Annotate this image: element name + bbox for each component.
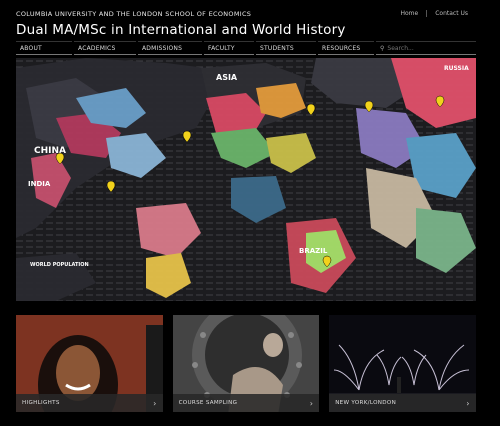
map-illustration: CHINA INDIA RUSSIA BRAZIL WORLD POPULATI… [16, 58, 476, 301]
tile-course-sampling[interactable]: COURSE SAMPLING › [172, 315, 320, 412]
nav-academics[interactable]: ACADEMICS [74, 41, 136, 55]
nav-admissions[interactable]: ADMISSIONS [138, 41, 202, 55]
page-title[interactable]: Dual MA/MSc in International and World H… [16, 22, 346, 38]
chevron-right-icon[interactable]: › [466, 399, 470, 408]
map-label-india: INDIA [28, 180, 51, 188]
map-label-brazil: BRAZIL [299, 247, 328, 255]
nav-resources[interactable]: RESOURCES [318, 41, 374, 55]
search-box[interactable]: ⚲ [376, 41, 476, 55]
hero-map[interactable]: CHINA INDIA RUSSIA BRAZIL WORLD POPULATI… [16, 58, 476, 301]
contact-link[interactable]: Contact Us [426, 10, 476, 17]
tile-label: HIGHLIGHTS [22, 400, 60, 406]
main-nav: ABOUT ACADEMICS ADMISSIONS FACULTY STUDE… [16, 41, 476, 55]
home-link[interactable]: Home [393, 10, 427, 17]
tile-new-york-london[interactable]: NEW YORK/LONDON › [329, 315, 476, 412]
tile-label: NEW YORK/LONDON [335, 400, 397, 406]
search-input[interactable] [387, 44, 476, 52]
search-icon: ⚲ [380, 44, 385, 52]
tile-highlights[interactable]: HIGHLIGHTS › [16, 315, 163, 412]
chevron-right-icon[interactable]: › [153, 399, 157, 408]
feature-tiles: HIGHLIGHTS › COURSE SAMPLING › NEW YORK/… [16, 315, 476, 412]
site-supertitle: COLUMBIA UNIVERSITY AND THE LONDON SCHOO… [16, 10, 252, 18]
nav-about[interactable]: ABOUT [16, 41, 72, 55]
tile-label: COURSE SAMPLING [178, 400, 238, 406]
map-label-russia: RUSSIA [444, 65, 469, 72]
tile-caption: NEW YORK/LONDON › [329, 394, 476, 412]
top-links: Home Contact Us [393, 10, 477, 17]
tile-caption: COURSE SAMPLING › [172, 394, 320, 412]
map-label-asia: ASIA [216, 73, 238, 82]
tile-caption: HIGHLIGHTS › [16, 394, 163, 412]
nav-students[interactable]: STUDENTS [256, 41, 316, 55]
site-header: COLUMBIA UNIVERSITY AND THE LONDON SCHOO… [16, 10, 346, 38]
map-label-world-population: WORLD POPULATION [30, 262, 89, 268]
chevron-right-icon[interactable]: › [310, 399, 314, 408]
nav-faculty[interactable]: FACULTY [204, 41, 254, 55]
